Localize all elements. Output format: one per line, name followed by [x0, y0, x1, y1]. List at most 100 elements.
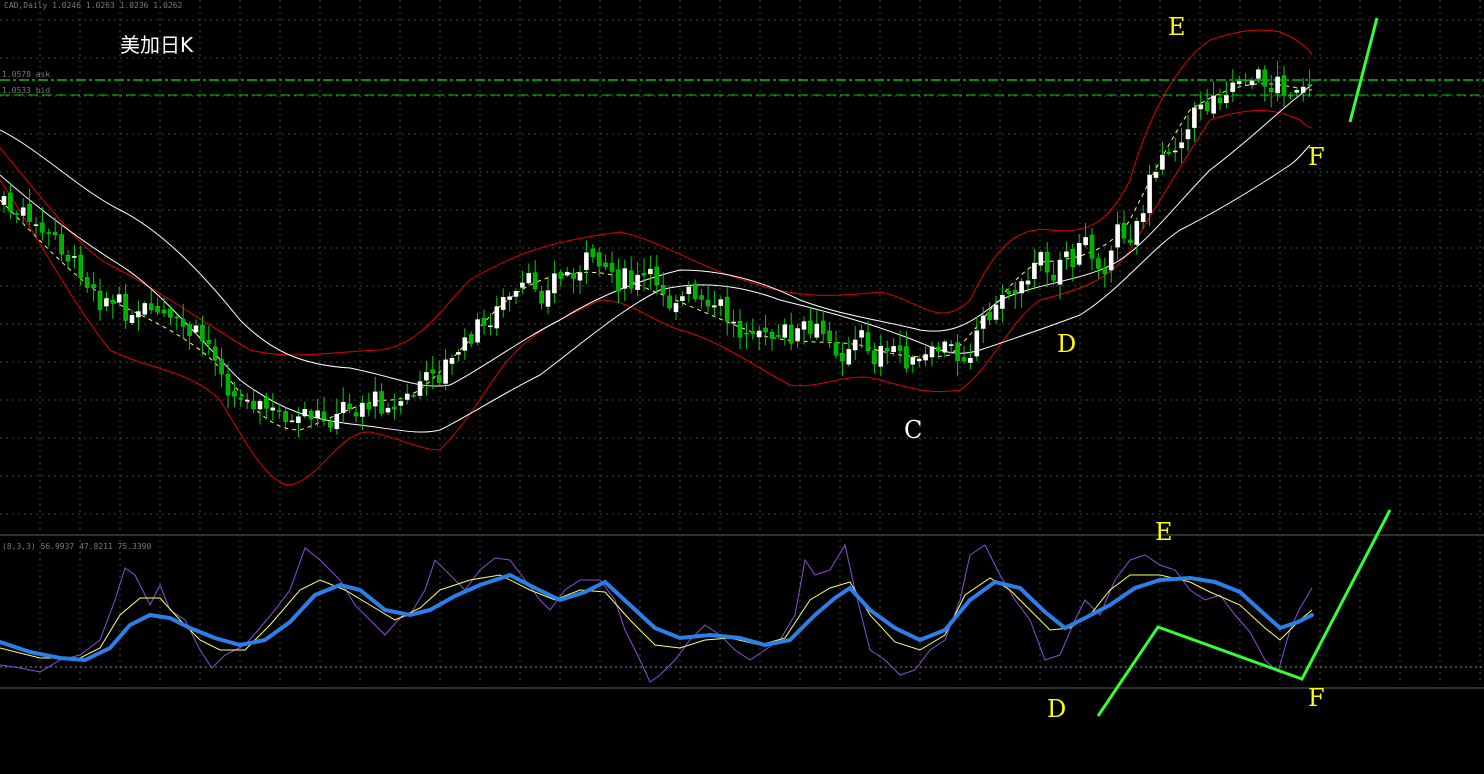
candle-body [1153, 172, 1159, 178]
oscillator-main-line [0, 572, 1314, 663]
candle-body [1249, 80, 1255, 86]
candle-body [705, 299, 711, 307]
candle-body [1230, 82, 1236, 92]
candle-body [129, 315, 135, 323]
candle-body [686, 286, 692, 295]
candle-body [590, 248, 596, 257]
candle-body [347, 403, 352, 410]
candle-body [904, 346, 909, 369]
candle-body [456, 352, 461, 355]
candle-body [1160, 154, 1165, 170]
candle-body [123, 294, 128, 321]
candle-body [206, 340, 212, 344]
candle-body [782, 324, 788, 338]
candle-body [884, 348, 890, 352]
candle-body [699, 295, 704, 300]
price-trend-arrow [1348, 17, 1379, 123]
candle-body [1089, 234, 1095, 259]
candle-body [264, 397, 269, 409]
osc-label-d: D [1047, 695, 1066, 723]
candle-body [430, 369, 436, 374]
candle-body [366, 403, 372, 410]
candle-body [462, 337, 468, 351]
candle-body [788, 324, 794, 344]
candle-body [1019, 281, 1024, 294]
candle-body [14, 213, 20, 215]
oscillator-lines [0, 543, 1314, 683]
candle-body [795, 328, 800, 341]
candle-body [1, 196, 7, 205]
candle-body [814, 323, 820, 338]
candle-body [1064, 251, 1069, 258]
candle-body [961, 357, 967, 362]
candle-body [270, 407, 276, 411]
candle-body [673, 303, 679, 313]
candle-body [1051, 274, 1056, 281]
candle-body [1204, 101, 1210, 112]
price-pane-header: CAD,Daily 1.0246 1.0263 1.0236 1.0262 [4, 1, 182, 10]
candle-body [1083, 237, 1088, 246]
candle-body [955, 342, 960, 361]
candle-body [1166, 152, 1172, 154]
candle-body [1032, 262, 1037, 279]
candle-body [161, 309, 167, 314]
candle-body [1076, 242, 1082, 265]
candle-body [40, 222, 45, 233]
candle-body [148, 303, 154, 311]
candle-body [712, 305, 717, 308]
candle-body [872, 350, 877, 364]
candle-body [1057, 260, 1063, 285]
candle-body [91, 284, 96, 289]
candle-body [27, 203, 32, 222]
price-label-e: E [1168, 13, 1186, 41]
candle-body [443, 359, 448, 384]
envelope-upper-line [0, 29, 1313, 356]
candle-body [328, 421, 333, 428]
candle-body [33, 224, 39, 226]
candle-body [564, 271, 570, 276]
candle-body [1140, 213, 1146, 222]
candle-body [302, 409, 308, 417]
candle-body [1044, 251, 1050, 273]
candle-body [1236, 81, 1242, 84]
candle-body [577, 272, 583, 281]
candle-body [520, 282, 525, 288]
candle-body [257, 401, 263, 410]
candle-body [891, 346, 896, 353]
candle-body [526, 273, 532, 284]
candle-body [993, 304, 999, 320]
candle-body [513, 291, 519, 297]
candle-body [968, 357, 973, 363]
candle-body [238, 397, 244, 400]
candle-body [1096, 258, 1101, 269]
candle-body [584, 252, 589, 271]
candle-body [558, 272, 564, 279]
candle-body [321, 411, 327, 420]
candle-body [417, 381, 423, 396]
candle-body [763, 327, 768, 333]
candle-body [680, 296, 685, 301]
candle-body [97, 290, 103, 311]
candle-body [340, 402, 346, 414]
candle-body [801, 321, 807, 330]
candle-body [897, 345, 903, 351]
candle-body [1192, 107, 1197, 128]
oscillator-header: (8,3,3) 56.9937 47.8211 75.3390 [2, 542, 151, 551]
candle-body [552, 273, 557, 294]
price-indicators [0, 29, 1313, 486]
candle-body [724, 296, 730, 322]
candle-body [692, 283, 698, 300]
candle-body [1147, 174, 1152, 214]
candle-body [219, 359, 224, 375]
candle-body [1108, 250, 1114, 271]
candle-body [980, 315, 986, 329]
candle-body [1128, 239, 1133, 243]
candle-body [289, 420, 295, 423]
candle-body [1025, 280, 1031, 285]
candle-body [200, 324, 205, 342]
oscillator-fast-line [0, 543, 1313, 683]
candle-body [539, 290, 544, 304]
price-label-f: F [1308, 143, 1325, 171]
candle-body [929, 346, 935, 357]
price-label-c: C [904, 416, 922, 444]
